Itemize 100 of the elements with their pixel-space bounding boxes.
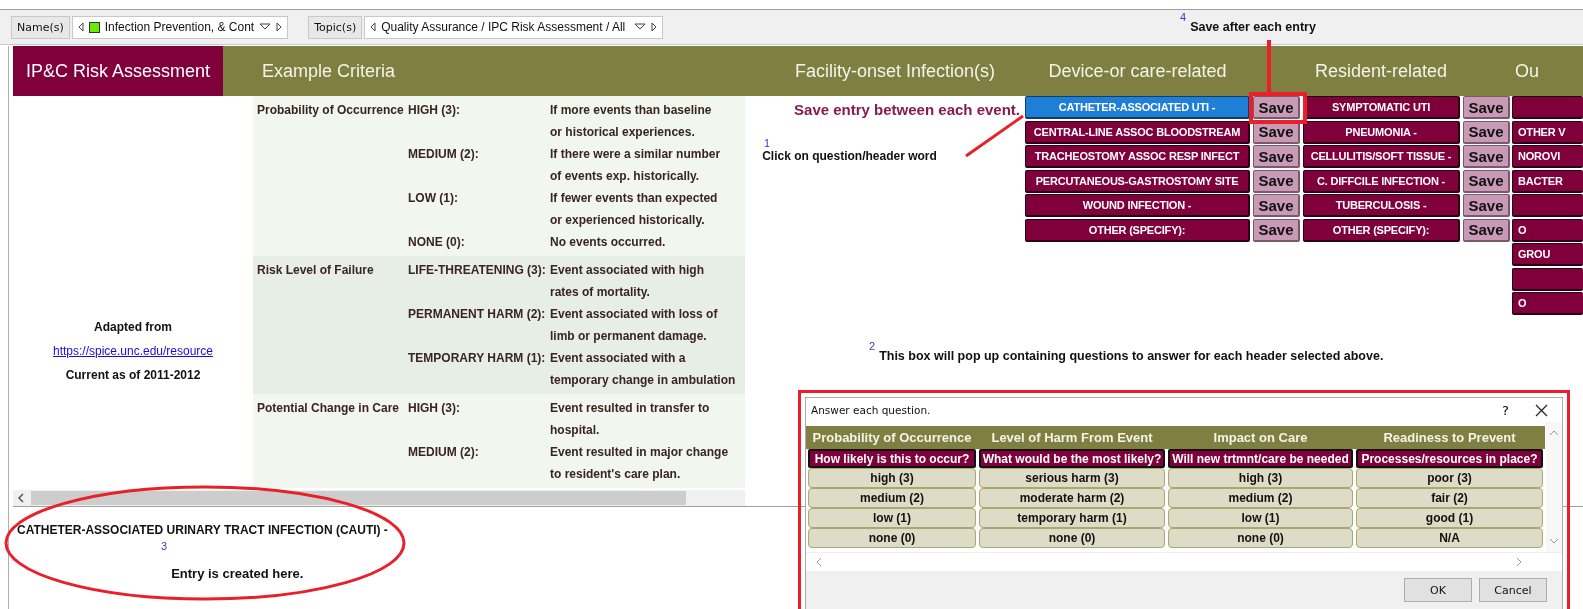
annotation-text: Save after each entry	[1190, 20, 1316, 34]
event-button[interactable]: NOROVI	[1512, 145, 1583, 168]
combo-value: Quality Assurance / IPC Risk Assessment / All	[381, 20, 627, 34]
step-number: 1	[764, 137, 771, 149]
question-button[interactable]: How likely is this to occur?	[808, 449, 976, 468]
source-text: Adapted from	[93, 320, 173, 336]
dropdown-icon[interactable]	[634, 23, 647, 31]
scroll-up-icon[interactable]	[1549, 430, 1559, 436]
filter-combo[interactable]: Quality Assurance / IPC Risk Assessment / All	[364, 15, 664, 39]
filter-combo[interactable]: Infection Prevention, & Cont	[71, 15, 289, 39]
save-button[interactable]: Save	[1253, 169, 1300, 193]
question-button[interactable]: Processes/resources in place?	[1356, 449, 1543, 468]
event-button[interactable]: CELLULITIS/SOFT TISSUE -	[1303, 145, 1460, 168]
source-link[interactable]: https://spice.unc.edu/resource	[52, 344, 214, 358]
horizontal-scrollbar[interactable]	[13, 490, 745, 506]
save-button[interactable]: Save	[1253, 218, 1300, 242]
column-heading: Resident-related	[1314, 60, 1448, 82]
question-heading: Level of Harm From Event	[977, 426, 1167, 449]
event-button[interactable]: O	[1512, 292, 1583, 315]
criteria-level: MEDIUM (2):	[408, 444, 480, 461]
close-icon[interactable]	[1535, 403, 1548, 417]
event-button[interactable]: OTHER (SPECIFY):	[1025, 218, 1250, 242]
scroll-left-icon[interactable]	[17, 493, 25, 503]
save-button[interactable]: Save	[1463, 169, 1510, 193]
answer-button[interactable]: high (3)	[808, 468, 976, 488]
answer-button[interactable]: moderate harm (2)	[979, 488, 1165, 508]
answer-button[interactable]: low (1)	[1168, 508, 1353, 528]
entry-text: CATHETER-ASSOCIATED URINARY TRACT INFECTION (CAUTI) -	[16, 523, 389, 537]
event-button[interactable]: OTHER (SPECIFY):	[1303, 218, 1460, 242]
answer-button[interactable]: high (3)	[1168, 468, 1353, 488]
save-button[interactable]: Save	[1463, 218, 1510, 242]
answer-button[interactable]: N/A	[1356, 528, 1543, 548]
event-button[interactable]: O	[1512, 218, 1583, 242]
question-heading: Probability of Occurrence	[806, 426, 978, 449]
scroll-left-icon[interactable]	[816, 557, 822, 567]
filter-label-button[interactable]: Name(s)	[11, 15, 70, 39]
scrollbar-thumb[interactable]	[31, 491, 686, 505]
event-button[interactable]: TRACHEOSTOMY ASSOC RESP INFECT	[1025, 145, 1250, 168]
save-button[interactable]: Save	[1463, 96, 1510, 119]
question-button[interactable]: What would be the most likely?	[979, 449, 1165, 468]
save-button[interactable]: Save	[1253, 96, 1300, 119]
answer-button[interactable]: none (0)	[979, 528, 1165, 548]
vertical-scrollbar[interactable]	[1546, 422, 1562, 552]
event-button[interactable]: C. DIFFCILE INFECTION -	[1303, 169, 1460, 193]
filter-label-button[interactable]: Topic(s)	[308, 15, 363, 39]
step-number: 2	[869, 340, 876, 352]
event-button[interactable]: BACTER	[1512, 169, 1583, 193]
criteria-category: Probability of Occurrence	[256, 102, 405, 119]
answer-button[interactable]: fair (2)	[1356, 488, 1543, 508]
combo-value: Infection Prevention, & Cont	[104, 20, 255, 34]
event-button[interactable]: GROU	[1512, 243, 1583, 266]
save-button[interactable]: Save	[1463, 120, 1510, 144]
next-icon[interactable]	[651, 22, 658, 32]
save-button[interactable]: Save	[1253, 194, 1300, 217]
answer-button[interactable]: serious harm (3)	[979, 468, 1165, 488]
answer-button[interactable]: temporary harm (1)	[979, 508, 1165, 528]
previous-icon[interactable]	[370, 22, 377, 32]
event-button[interactable]: CATHETER-ASSOCIATED UTI -	[1025, 96, 1250, 119]
criteria-description: If there were a similar number of events exp. historically.	[550, 146, 722, 185]
event-button[interactable]: PERCUTANEOUS-GASTROSTOMY SITE	[1025, 169, 1250, 193]
criteria-description: Event resulted in major change to resident's care plan.	[550, 444, 730, 483]
question-heading: Impact on Care	[1166, 426, 1355, 449]
answer-button[interactable]: low (1)	[808, 508, 976, 528]
criteria-level: PERMANENT HARM (2):	[408, 306, 547, 323]
answer-button[interactable]: good (1)	[1356, 508, 1543, 528]
scroll-down-icon[interactable]	[1549, 538, 1559, 544]
answer-button[interactable]: poor (3)	[1356, 468, 1543, 488]
save-button[interactable]: Save	[1463, 194, 1510, 217]
save-button[interactable]: Save	[1253, 145, 1300, 168]
criteria-description: No events occurred.	[550, 234, 667, 251]
question-button[interactable]: Will new trtmnt/care be needed	[1168, 449, 1353, 468]
horizontal-scrollbar[interactable]	[806, 552, 1562, 571]
previous-icon[interactable]	[77, 22, 84, 32]
answer-button[interactable]: none (0)	[1168, 528, 1353, 548]
help-button[interactable]: ?	[1502, 402, 1509, 418]
criteria-category: Potential Change in Care	[256, 400, 401, 417]
next-icon[interactable]	[276, 22, 283, 32]
answer-button[interactable]: medium (2)	[1168, 488, 1353, 508]
event-button[interactable]: CENTRAL-LINE ASSOC BLOODSTREAM	[1025, 120, 1250, 144]
square-icon	[88, 21, 100, 33]
ok-button[interactable]: OK	[1404, 578, 1472, 602]
save-button[interactable]: Save	[1463, 145, 1510, 168]
event-button[interactable]: PNEUMONIA -	[1303, 120, 1460, 144]
criteria-level: HIGH (3):	[408, 400, 461, 417]
event-button[interactable]	[1512, 267, 1583, 291]
callout-line	[965, 114, 1024, 158]
answer-button[interactable]: none (0)	[808, 528, 976, 548]
criteria-description: Event resulted in transfer to hospital.	[550, 400, 711, 439]
event-button[interactable]: OTHER V	[1512, 120, 1583, 144]
event-button[interactable]: WOUND INFECTION -	[1025, 194, 1250, 217]
question-heading: Readiness to Prevent	[1354, 426, 1545, 449]
column-heading: Example Criteria	[262, 60, 396, 82]
criteria-level: TEMPORARY HARM (1):	[408, 350, 547, 367]
cancel-button[interactable]: Cancel	[1479, 578, 1547, 602]
criteria-description: Event associated with loss of limb or permanent damage.	[550, 306, 719, 345]
dropdown-icon[interactable]	[259, 23, 272, 31]
event-button[interactable]: TUBERCULOSIS -	[1303, 194, 1460, 217]
answer-button[interactable]: medium (2)	[808, 488, 976, 508]
scroll-right-icon[interactable]	[1516, 557, 1522, 567]
column-heading: Facility-onset Infection(s)	[795, 60, 996, 82]
